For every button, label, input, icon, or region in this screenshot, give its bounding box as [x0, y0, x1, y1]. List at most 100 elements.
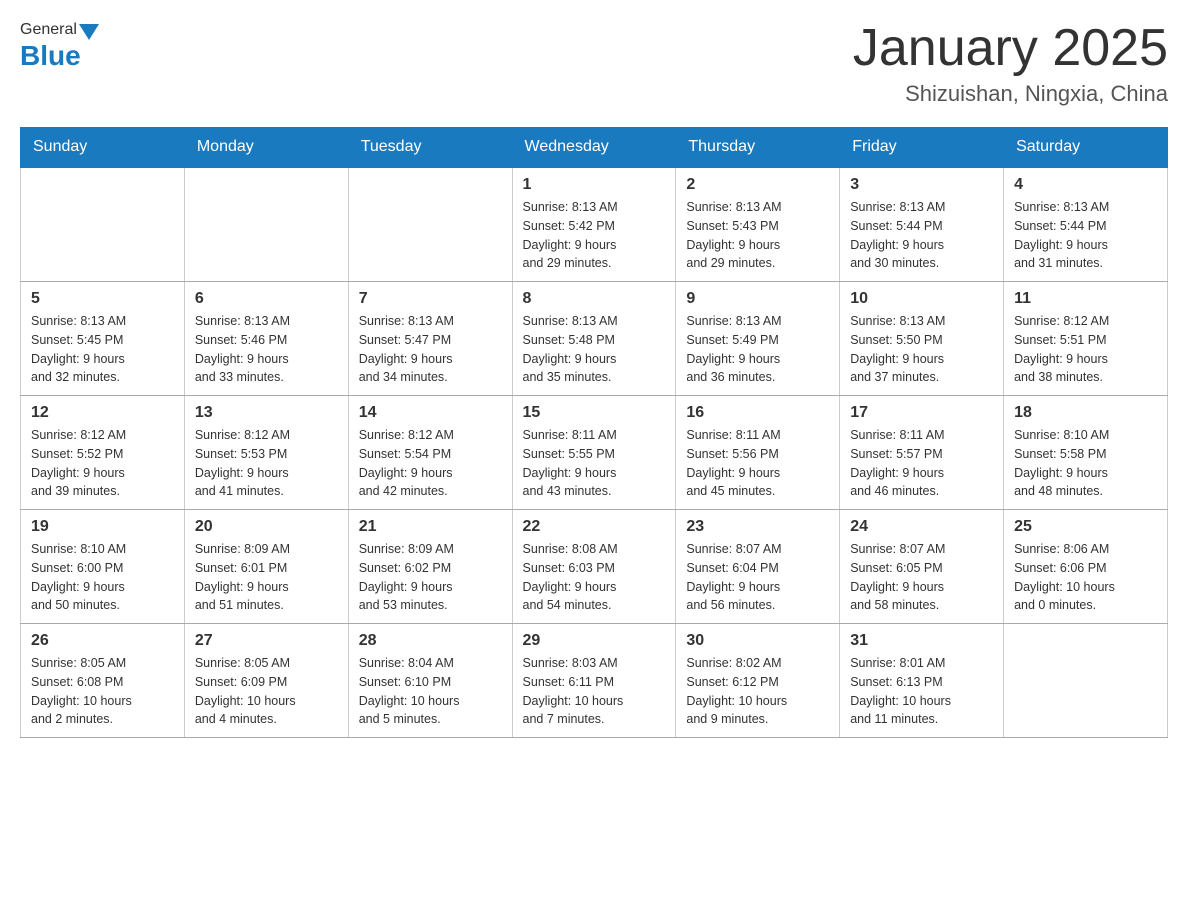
header-day-wednesday: Wednesday — [512, 128, 676, 168]
header-day-thursday: Thursday — [676, 128, 840, 168]
day-info: Sunrise: 8:13 AMSunset: 5:45 PMDaylight:… — [31, 312, 174, 387]
day-number: 25 — [1014, 518, 1157, 536]
calendar-cell: 20 Sunrise: 8:09 AMSunset: 6:01 PMDayligh… — [184, 510, 348, 624]
header-day-tuesday: Tuesday — [348, 128, 512, 168]
day-number: 6 — [195, 290, 338, 308]
day-number: 1 — [523, 176, 666, 194]
calendar-cell: 7Sunrise: 8:13 AMSunset: 5:47 PMDaylight… — [348, 282, 512, 396]
calendar-cell: 2 Sunrise: 8:13 AMSunset: 5:43 PMDaylight… — [676, 167, 840, 282]
day-number: 7 — [359, 290, 502, 308]
page-header: General Blue January 2025 Shizuishan, Ni… — [20, 20, 1168, 107]
calendar-cell: 9 Sunrise: 8:13 AMSunset: 5:49 PMDaylight… — [676, 282, 840, 396]
header-day-monday: Monday — [184, 128, 348, 168]
calendar-cell: 10Sunrise: 8:13 AMSunset: 5:50 PMDayligh… — [840, 282, 1004, 396]
calendar-cell — [1004, 624, 1168, 738]
calendar-cell: 13 Sunrise: 8:12 AMSunset: 5:53 PMDayligh… — [184, 396, 348, 510]
day-info: Sunrise: 8:08 AMSunset: 6:03 PMDaylight:… — [523, 540, 666, 615]
day-number: 3 — [850, 176, 993, 194]
logo: General Blue — [20, 20, 99, 72]
day-info: Sunrise: 8:12 AMSunset: 5:52 PMDaylight:… — [31, 426, 174, 501]
day-info: Sunrise: 8:13 AMSunset: 5:43 PMDaylight:… — [686, 198, 829, 273]
day-number: 8 — [523, 290, 666, 308]
logo-blue-text: Blue — [20, 40, 81, 72]
calendar-cell — [21, 167, 185, 282]
calendar-cell: 3Sunrise: 8:13 AMSunset: 5:44 PMDaylight… — [840, 167, 1004, 282]
day-info: Sunrise: 8:04 AMSunset: 6:10 PMDaylight:… — [359, 654, 502, 729]
calendar-cell: 27 Sunrise: 8:05 AMSunset: 6:09 PMDayligh… — [184, 624, 348, 738]
calendar-cell: 12 Sunrise: 8:12 AMSunset: 5:52 PMDayligh… — [21, 396, 185, 510]
day-info: Sunrise: 8:13 AMSunset: 5:42 PMDaylight:… — [523, 198, 666, 273]
day-number: 13 — [195, 404, 338, 422]
calendar-cell: 31Sunrise: 8:01 AMSunset: 6:13 PMDayligh… — [840, 624, 1004, 738]
day-info: Sunrise: 8:03 AMSunset: 6:11 PMDaylight:… — [523, 654, 666, 729]
day-info: Sunrise: 8:13 AMSunset: 5:48 PMDaylight:… — [523, 312, 666, 387]
day-number: 28 — [359, 632, 502, 650]
calendar-table: SundayMondayTuesdayWednesdayThursdayFrid… — [20, 127, 1168, 738]
day-number: 29 — [523, 632, 666, 650]
calendar-cell: 19 Sunrise: 8:10 AMSunset: 6:00 PMDayligh… — [21, 510, 185, 624]
calendar-cell: 4 Sunrise: 8:13 AMSunset: 5:44 PMDaylight… — [1004, 167, 1168, 282]
calendar-cell: 1 Sunrise: 8:13 AMSunset: 5:42 PMDaylight… — [512, 167, 676, 282]
logo-arrow-icon — [79, 24, 99, 40]
calendar-week-4: 19 Sunrise: 8:10 AMSunset: 6:00 PMDayligh… — [21, 510, 1168, 624]
header-day-sunday: Sunday — [21, 128, 185, 168]
day-number: 5 — [31, 290, 174, 308]
calendar-cell: 8 Sunrise: 8:13 AMSunset: 5:48 PMDaylight… — [512, 282, 676, 396]
day-number: 23 — [686, 518, 829, 536]
day-number: 15 — [523, 404, 666, 422]
day-number: 26 — [31, 632, 174, 650]
day-info: Sunrise: 8:05 AMSunset: 6:08 PMDaylight:… — [31, 654, 174, 729]
day-info: Sunrise: 8:06 AMSunset: 6:06 PMDaylight:… — [1014, 540, 1157, 615]
day-info: Sunrise: 8:13 AMSunset: 5:44 PMDaylight:… — [1014, 198, 1157, 273]
day-number: 18 — [1014, 404, 1157, 422]
calendar-week-3: 12 Sunrise: 8:12 AMSunset: 5:52 PMDayligh… — [21, 396, 1168, 510]
day-number: 9 — [686, 290, 829, 308]
calendar-cell: 30Sunrise: 8:02 AMSunset: 6:12 PMDayligh… — [676, 624, 840, 738]
calendar-cell: 22 Sunrise: 8:08 AMSunset: 6:03 PMDayligh… — [512, 510, 676, 624]
day-info: Sunrise: 8:11 AMSunset: 5:56 PMDaylight:… — [686, 426, 829, 501]
day-info: Sunrise: 8:01 AMSunset: 6:13 PMDaylight:… — [850, 654, 993, 729]
calendar-cell: 16 Sunrise: 8:11 AMSunset: 5:56 PMDayligh… — [676, 396, 840, 510]
calendar-cell: 17 Sunrise: 8:11 AMSunset: 5:57 PMDayligh… — [840, 396, 1004, 510]
day-info: Sunrise: 8:07 AMSunset: 6:05 PMDaylight:… — [850, 540, 993, 615]
day-info: Sunrise: 8:12 AMSunset: 5:51 PMDaylight:… — [1014, 312, 1157, 387]
calendar-cell: 6Sunrise: 8:13 AMSunset: 5:46 PMDaylight… — [184, 282, 348, 396]
title-block: January 2025 Shizuishan, Ningxia, China — [853, 20, 1168, 107]
calendar-cell: 29 Sunrise: 8:03 AMSunset: 6:11 PMDayligh… — [512, 624, 676, 738]
calendar-cell: 23Sunrise: 8:07 AMSunset: 6:04 PMDayligh… — [676, 510, 840, 624]
day-info: Sunrise: 8:10 AMSunset: 6:00 PMDaylight:… — [31, 540, 174, 615]
day-info: Sunrise: 8:10 AMSunset: 5:58 PMDaylight:… — [1014, 426, 1157, 501]
day-info: Sunrise: 8:09 AMSunset: 6:02 PMDaylight:… — [359, 540, 502, 615]
calendar-week-5: 26 Sunrise: 8:05 AMSunset: 6:08 PMDayligh… — [21, 624, 1168, 738]
day-info: Sunrise: 8:12 AMSunset: 5:53 PMDaylight:… — [195, 426, 338, 501]
calendar-cell: 25 Sunrise: 8:06 AMSunset: 6:06 PMDayligh… — [1004, 510, 1168, 624]
calendar-cell — [348, 167, 512, 282]
header-day-friday: Friday — [840, 128, 1004, 168]
day-info: Sunrise: 8:05 AMSunset: 6:09 PMDaylight:… — [195, 654, 338, 729]
day-number: 17 — [850, 404, 993, 422]
calendar-header-row: SundayMondayTuesdayWednesdayThursdayFrid… — [21, 128, 1168, 168]
day-info: Sunrise: 8:13 AMSunset: 5:49 PMDaylight:… — [686, 312, 829, 387]
day-number: 27 — [195, 632, 338, 650]
day-info: Sunrise: 8:11 AMSunset: 5:57 PMDaylight:… — [850, 426, 993, 501]
day-number: 22 — [523, 518, 666, 536]
day-number: 20 — [195, 518, 338, 536]
page-title: January 2025 — [853, 20, 1168, 77]
calendar-week-1: 1 Sunrise: 8:13 AMSunset: 5:42 PMDaylight… — [21, 167, 1168, 282]
logo-general-text: General — [20, 21, 77, 39]
calendar-cell — [184, 167, 348, 282]
day-number: 4 — [1014, 176, 1157, 194]
calendar-cell: 14Sunrise: 8:12 AMSunset: 5:54 PMDayligh… — [348, 396, 512, 510]
subtitle: Shizuishan, Ningxia, China — [853, 81, 1168, 107]
day-info: Sunrise: 8:02 AMSunset: 6:12 PMDaylight:… — [686, 654, 829, 729]
calendar-cell: 26 Sunrise: 8:05 AMSunset: 6:08 PMDayligh… — [21, 624, 185, 738]
day-info: Sunrise: 8:09 AMSunset: 6:01 PMDaylight:… — [195, 540, 338, 615]
day-number: 2 — [686, 176, 829, 194]
day-number: 12 — [31, 404, 174, 422]
calendar-week-2: 5 Sunrise: 8:13 AMSunset: 5:45 PMDaylight… — [21, 282, 1168, 396]
day-number: 19 — [31, 518, 174, 536]
header-day-saturday: Saturday — [1004, 128, 1168, 168]
day-number: 16 — [686, 404, 829, 422]
day-info: Sunrise: 8:12 AMSunset: 5:54 PMDaylight:… — [359, 426, 502, 501]
day-info: Sunrise: 8:13 AMSunset: 5:50 PMDaylight:… — [850, 312, 993, 387]
